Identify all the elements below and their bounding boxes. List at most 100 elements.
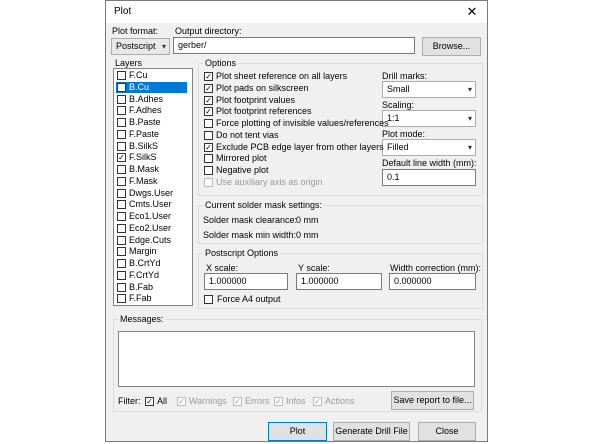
layer-checkbox[interactable] <box>117 200 126 210</box>
mask-min-width-value: 0 mm <box>296 230 319 240</box>
filter-checkbox[interactable]: ✓ <box>177 397 186 406</box>
layer-checkbox[interactable] <box>117 294 126 304</box>
scaling-select[interactable]: 1:1 ▾ <box>382 110 476 127</box>
layer-item[interactable]: B.Cu <box>116 81 187 93</box>
layer-item[interactable]: F.Cu <box>116 70 187 81</box>
layer-checkbox[interactable] <box>117 141 126 151</box>
filter-checkbox[interactable]: ✓ <box>274 397 283 406</box>
layer-checkbox[interactable] <box>117 188 126 198</box>
layer-checkbox[interactable] <box>117 270 126 280</box>
postscript-title: Postscript Options <box>203 247 281 259</box>
layer-item[interactable]: B.SilkS <box>116 141 187 152</box>
plot-format-select[interactable]: Postscript ▾ <box>111 38 170 55</box>
layer-label: B.Adhes <box>129 93 164 104</box>
browse-button[interactable]: Browse... <box>422 37 481 56</box>
messages-area[interactable] <box>118 331 475 387</box>
layer-item[interactable]: Eco1.User <box>116 211 187 222</box>
filter-label: All <box>157 396 168 406</box>
layer-checkbox[interactable] <box>117 235 126 245</box>
filter-checkbox[interactable]: ✓ <box>313 397 322 406</box>
option-checkbox[interactable] <box>204 119 213 128</box>
filter-label: Infos <box>286 396 306 406</box>
layers-list[interactable]: F.Cu B.Cu B.Adhes F.Adhes B.Paste F.Paste B.Si… <box>113 68 193 306</box>
layer-checkbox[interactable] <box>117 118 126 127</box>
x-scale-input[interactable]: 1.000000 <box>204 273 288 290</box>
filter-label: Actions <box>325 396 355 406</box>
layer-checkbox[interactable] <box>117 82 126 92</box>
option-checkbox <box>204 177 213 187</box>
chevron-down-icon: ▾ <box>467 114 472 123</box>
layer-item[interactable]: B.Adhes <box>116 94 187 105</box>
plot-mode-select[interactable]: Filled ▾ <box>382 139 476 156</box>
force-a4-checkbox[interactable] <box>204 295 213 304</box>
option-checkbox[interactable] <box>204 166 213 175</box>
line-width-label: Default line width (mm): <box>382 158 477 168</box>
option-checkbox[interactable]: ✓ <box>204 107 213 117</box>
close-icon[interactable]: ✕ <box>463 3 481 21</box>
y-scale-value: 1.000000 <box>301 276 339 286</box>
layer-item[interactable]: F.Fab <box>116 293 187 304</box>
plot-button[interactable]: Plot <box>268 422 327 441</box>
mask-clearance-value: 0 mm <box>296 215 319 225</box>
layer-checkbox[interactable] <box>117 106 126 116</box>
layer-checkbox[interactable] <box>117 94 126 104</box>
width-corr-input[interactable]: 0.000000 <box>389 273 476 290</box>
option-checkbox[interactable]: ✓ <box>204 72 213 81</box>
output-dir-value: gerber/ <box>178 40 207 50</box>
layer-item[interactable]: Edge.Cuts <box>116 235 187 246</box>
plot-mode-value: Filled <box>387 142 409 152</box>
y-scale-input[interactable]: 1.000000 <box>296 273 382 290</box>
line-width-input[interactable]: 0.1 <box>382 169 476 186</box>
layer-item[interactable]: ✓ F.SilkS <box>116 152 187 163</box>
layer-item[interactable]: F.Paste <box>116 129 187 140</box>
option-label: Mirrored plot <box>216 153 267 164</box>
layer-item[interactable]: B.Paste <box>116 117 187 128</box>
layer-label: Margin <box>129 246 157 257</box>
option-checkbox[interactable] <box>204 130 213 140</box>
layer-item[interactable]: B.CrtYd <box>116 258 187 269</box>
option-label: Exclude PCB edge layer from other layers <box>216 141 384 152</box>
option-checkbox[interactable] <box>204 154 213 164</box>
layer-item[interactable]: F.CrtYd <box>116 270 187 281</box>
layer-item[interactable]: F.Adhes <box>116 105 187 116</box>
close-button[interactable]: Close <box>418 422 476 441</box>
output-dir-input[interactable]: gerber/ <box>173 37 415 54</box>
chevron-down-icon: ▾ <box>467 143 472 152</box>
solder-mask-title: Current solder mask settings: <box>203 199 325 211</box>
filter-checkbox[interactable]: ✓ <box>145 397 154 406</box>
layer-checkbox[interactable]: ✓ <box>117 153 126 163</box>
layer-checkbox[interactable] <box>117 212 126 221</box>
layer-checkbox[interactable] <box>117 259 126 268</box>
save-report-button[interactable]: Save report to file... <box>391 391 474 410</box>
mask-min-width-label: Solder mask min width: <box>203 230 297 240</box>
drill-marks-value: Small <box>387 84 410 94</box>
output-dir-label: Output directory: <box>175 26 242 36</box>
layer-item[interactable]: B.Mask <box>116 164 187 175</box>
option-checkbox[interactable]: ✓ <box>204 83 213 93</box>
layer-item[interactable]: Margin <box>116 246 187 257</box>
option-label: Force plotting of invisible values/refer… <box>216 118 389 128</box>
layer-label: F.SilkS <box>129 152 157 163</box>
layer-label: B.CrtYd <box>129 258 161 268</box>
layer-checkbox[interactable] <box>117 165 126 174</box>
option-label: Negative plot <box>216 165 269 175</box>
layer-item[interactable]: F.Mask <box>116 176 187 187</box>
layer-checkbox[interactable] <box>117 176 126 186</box>
layer-checkbox[interactable] <box>117 247 126 257</box>
option-checkbox[interactable]: ✓ <box>204 142 213 152</box>
layer-label: F.Fab <box>129 293 152 304</box>
layer-item[interactable]: Cmts.User <box>116 199 187 210</box>
layer-checkbox[interactable] <box>117 129 126 139</box>
layer-checkbox[interactable] <box>117 282 126 292</box>
layer-checkbox[interactable] <box>117 71 126 80</box>
options-title: Options <box>203 57 239 69</box>
layer-item[interactable]: Eco2.User <box>116 223 187 234</box>
drill-marks-select[interactable]: Small ▾ <box>382 81 476 98</box>
generate-drill-button[interactable]: Generate Drill File <box>333 422 410 441</box>
layer-item[interactable]: B.Fab <box>116 282 187 293</box>
layer-checkbox[interactable] <box>117 223 126 233</box>
filter-checkbox[interactable]: ✓ <box>233 397 242 406</box>
option-checkbox[interactable]: ✓ <box>204 95 213 105</box>
force-a4-label: Force A4 output <box>217 294 281 304</box>
layer-item[interactable]: Dwgs.User <box>116 188 187 199</box>
